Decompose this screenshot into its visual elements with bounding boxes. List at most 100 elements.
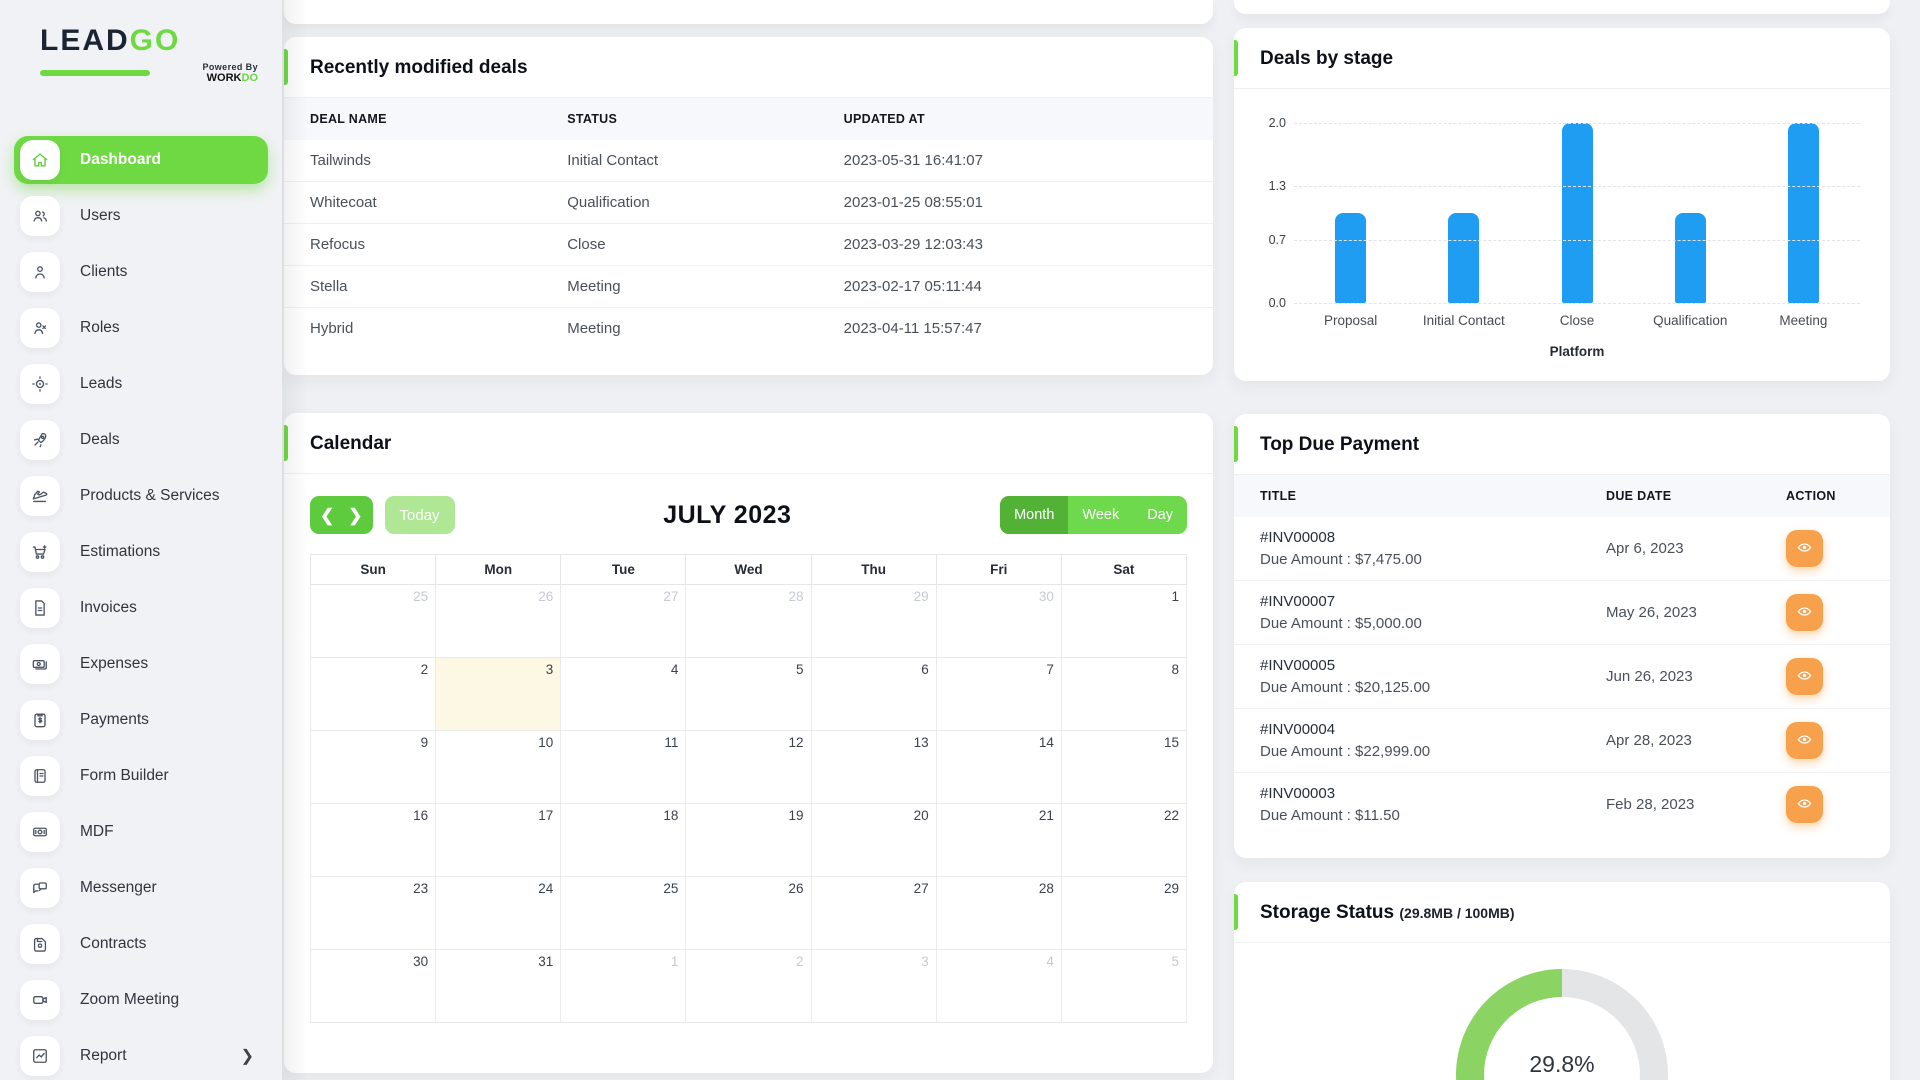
calendar-day-cell[interactable]: 30 xyxy=(311,950,436,1023)
calendar-day-cell[interactable]: 23 xyxy=(311,877,436,950)
sidebar-item-label: Zoom Meeting xyxy=(80,991,179,1009)
sidebar-item-roles[interactable]: Roles xyxy=(14,304,268,352)
sidebar-item-label: Form Builder xyxy=(80,767,169,785)
invoice-due-amount: Due Amount : $22,999.00 xyxy=(1260,743,1574,760)
gridline xyxy=(1294,303,1860,304)
calendar-day-cell[interactable]: 2 xyxy=(686,950,811,1023)
calendar-day-cell[interactable]: 7 xyxy=(936,658,1061,731)
invoice-number: #INV00008 xyxy=(1260,529,1574,546)
x-axis-label: Qualification xyxy=(1634,313,1747,328)
calendar-day-cell[interactable]: 2 xyxy=(311,658,436,731)
calendar-day-cell[interactable]: 28 xyxy=(686,585,811,658)
calendar-day-cell[interactable]: 26 xyxy=(436,585,561,658)
sidebar-item-dashboard[interactable]: Dashboard xyxy=(14,136,268,184)
sidebar-item-contracts[interactable]: Contracts xyxy=(14,920,268,968)
calendar-day-cell[interactable]: 3 xyxy=(811,950,936,1023)
calendar-day-cell[interactable]: 29 xyxy=(1061,877,1186,950)
storage-percent: 29.8% xyxy=(1529,1051,1594,1078)
view-invoice-button[interactable] xyxy=(1786,722,1823,759)
calendar-grid: SunMonTueWedThuFriSat 252627282930123456… xyxy=(310,554,1187,1023)
calendar-day-cell-today[interactable]: 3 xyxy=(436,658,561,731)
bar-qualification xyxy=(1675,213,1706,303)
calendar-day-cell[interactable]: 15 xyxy=(1061,731,1186,804)
sidebar-item-clients[interactable]: Clients xyxy=(14,248,268,296)
calendar-view-week-button[interactable]: Week xyxy=(1068,496,1133,534)
view-invoice-button[interactable] xyxy=(1786,594,1823,631)
sidebar: LEADGO Powered By WORKDO Dashboard Users C… xyxy=(0,0,282,1080)
calendar-day-cell[interactable]: 14 xyxy=(936,731,1061,804)
view-invoice-button[interactable] xyxy=(1786,786,1823,823)
view-invoice-button[interactable] xyxy=(1786,658,1823,695)
table-row: TailwindsInitial Contact2023-05-31 16:41… xyxy=(284,140,1213,182)
due-date: Jun 26, 2023 xyxy=(1590,645,1770,709)
calendar-day-cell[interactable]: 31 xyxy=(436,950,561,1023)
sidebar-item-expenses[interactable]: Expenses xyxy=(14,640,268,688)
sidebar-item-label: Products & Services xyxy=(80,487,220,505)
calendar-day-cell[interactable]: 9 xyxy=(311,731,436,804)
calendar-day-cell[interactable]: 4 xyxy=(936,950,1061,1023)
app-logo[interactable]: LEADGO Powered By WORKDO xyxy=(0,14,282,110)
sidebar-item-leads[interactable]: Leads xyxy=(14,360,268,408)
calendar-prev-next-group: ❮ ❯ xyxy=(310,496,373,534)
sidebar-item-mdf[interactable]: MDF xyxy=(14,808,268,856)
calendar-day-cell[interactable]: 26 xyxy=(686,877,811,950)
chevron-right-icon[interactable]: ❯ xyxy=(348,507,362,524)
sidebar-item-estimations[interactable]: Estimations xyxy=(14,528,268,576)
calendar-day-cell[interactable]: 12 xyxy=(686,731,811,804)
calendar-day-cell[interactable]: 4 xyxy=(561,658,686,731)
calendar-day-cell[interactable]: 30 xyxy=(936,585,1061,658)
sidebar-item-deals[interactable]: Deals xyxy=(14,416,268,464)
calendar-day-cell[interactable]: 25 xyxy=(561,877,686,950)
x-axis-label: Meeting xyxy=(1747,313,1860,328)
sidebar-item-report[interactable]: Report❯ xyxy=(14,1032,268,1080)
sidebar-item-payments[interactable]: Payments xyxy=(14,696,268,744)
sidebar-item-invoices[interactable]: Invoices xyxy=(14,584,268,632)
calendar-view-month-button[interactable]: Month xyxy=(1000,496,1068,534)
calendar-day-cell[interactable]: 24 xyxy=(436,877,561,950)
calendar-day-header: Fri xyxy=(936,555,1061,585)
sidebar-item-messenger[interactable]: Messenger xyxy=(14,864,268,912)
calendar-day-cell[interactable]: 20 xyxy=(811,804,936,877)
bar-close xyxy=(1562,123,1593,303)
calendar-day-cell[interactable]: 10 xyxy=(436,731,561,804)
calendar-day-cell[interactable]: 16 xyxy=(311,804,436,877)
calendar-day-cell[interactable]: 18 xyxy=(561,804,686,877)
chevron-left-icon[interactable]: ❮ xyxy=(320,507,334,524)
table-row: #INV00004Due Amount : $22,999.00Apr 28, … xyxy=(1234,709,1890,773)
calendar-day-cell[interactable]: 17 xyxy=(436,804,561,877)
calendar-day-cell[interactable]: 19 xyxy=(686,804,811,877)
calendar-day-cell[interactable]: 21 xyxy=(936,804,1061,877)
calendar-view-day-button[interactable]: Day xyxy=(1133,496,1187,534)
calendar-day-header: Wed xyxy=(686,555,811,585)
sidebar-item-products-services[interactable]: Products & Services xyxy=(14,472,268,520)
sidebar-item-zoom-meeting[interactable]: Zoom Meeting xyxy=(14,976,268,1024)
calendar-day-cell[interactable]: 27 xyxy=(561,585,686,658)
calendar-day-cell[interactable]: 27 xyxy=(811,877,936,950)
today-button[interactable]: Today xyxy=(385,496,455,534)
deal-name: Tailwinds xyxy=(284,140,551,182)
calendar-day-cell[interactable]: 28 xyxy=(936,877,1061,950)
recent-deals-table: DEAL NAMESTATUSUPDATED AT TailwindsIniti… xyxy=(284,98,1213,349)
calendar-day-cell[interactable]: 11 xyxy=(561,731,686,804)
action-cell xyxy=(1770,773,1890,837)
eye-icon xyxy=(1796,667,1813,687)
x-axis-label: Initial Contact xyxy=(1407,313,1520,328)
calendar-day-cell[interactable]: 1 xyxy=(1061,585,1186,658)
view-invoice-button[interactable] xyxy=(1786,530,1823,567)
calendar-day-cell[interactable]: 6 xyxy=(811,658,936,731)
calendar-day-cell[interactable]: 25 xyxy=(311,585,436,658)
sidebar-item-form-builder[interactable]: Form Builder xyxy=(14,752,268,800)
recent-deals-title: Recently modified deals xyxy=(310,57,1187,79)
calendar-day-cell[interactable]: 8 xyxy=(1061,658,1186,731)
storage-usage: (29.8MB / 100MB) xyxy=(1399,905,1514,921)
calendar-day-cell[interactable]: 13 xyxy=(811,731,936,804)
sidebar-item-users[interactable]: Users xyxy=(14,192,268,240)
table-row: #INV00003Due Amount : $11.50Feb 28, 2023 xyxy=(1234,773,1890,837)
calendar-day-cell[interactable]: 5 xyxy=(686,658,811,731)
calendar-day-cell[interactable]: 29 xyxy=(811,585,936,658)
eye-icon xyxy=(1796,539,1813,559)
calendar-day-cell[interactable]: 5 xyxy=(1061,950,1186,1023)
calendar-day-cell[interactable]: 1 xyxy=(561,950,686,1023)
deals-by-stage-title: Deals by stage xyxy=(1260,48,1864,70)
calendar-day-cell[interactable]: 22 xyxy=(1061,804,1186,877)
